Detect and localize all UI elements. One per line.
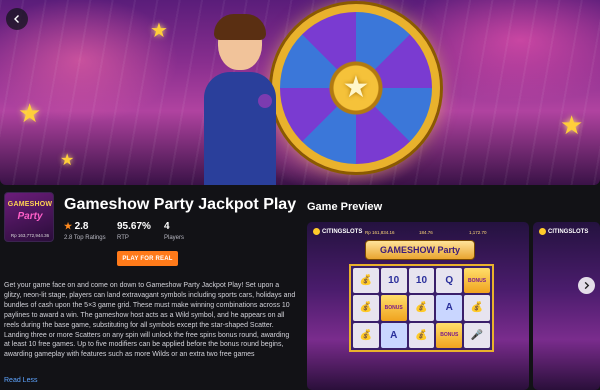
preview-heading: Game Preview [307,201,383,213]
players-stat: 4 Players [164,221,184,241]
slot-symbol: A [380,322,407,348]
slot-symbol: 💰 [353,322,379,348]
balance-text: Rp 161,834.16 [365,230,395,235]
game-detail-page: ★ ★ ★ ★ ★ GAMESHOW Party Rp 163,772,944.… [0,0,600,390]
star-decoration-icon: ★ [60,152,75,169]
game-thumbnail: GAMESHOW Party Rp 163,772,944.36 [4,192,54,242]
rtp-value: 95.67% [117,221,151,232]
slot-symbol: BONUS [380,295,407,321]
slot-symbol: 10 [408,268,435,294]
slot-symbol: 💰 [408,322,435,348]
hero-banner: ★ ★ ★ ★ ★ [0,0,600,185]
game-title: Gameshow Party Jackpot Play [64,196,297,213]
slot-symbol: Q [436,268,463,294]
thumbnail-title: GAMESHOW [7,201,53,208]
balance-text: 184.76 [419,230,433,235]
slot-symbol: BONUS [464,268,490,294]
rating-label: 2.8 Top Ratings [64,235,106,241]
brand-logo: CITINGSLOTS [539,228,588,235]
star-icon: ★ [64,221,75,231]
game-logo: GAMESHOW Party [365,240,475,260]
brand-logo: CITINGSLOTS [313,228,362,235]
play-for-real-button[interactable]: PLAY FOR REAL [117,251,178,266]
slot-reel-grid: 💰 10 10 Q BONUS 💰 BONUS 💰 A 💰 💰 A 💰 BONU… [349,264,494,352]
arrow-left-icon [14,15,19,23]
rating-value: 2.8 [74,221,89,232]
rtp-label: RTP [117,235,129,241]
thumbnail-subtitle: Party [17,211,43,222]
coin-icon [313,228,320,235]
slot-symbol: 💰 [353,295,379,321]
star-decoration-icon: ★ [560,110,584,140]
balance-text: 1,172.70 [469,230,487,235]
prize-wheel-illustration: ★ [272,4,440,172]
players-value: 4 [164,221,170,232]
slot-symbol: 10 [380,268,407,294]
rating-stat: ★ 2.8 2.8 Top Ratings [64,221,106,241]
slot-symbol: A [436,295,463,321]
rtp-stat: 95.67% RTP [117,221,151,241]
game-description: Get your game face on and come on down t… [4,282,296,359]
players-label: Players [164,235,185,241]
star-decoration-icon: ★ [18,98,42,128]
back-button[interactable] [6,8,28,30]
gameshow-host-illustration [200,14,280,185]
next-preview-button[interactable] [578,277,595,294]
read-less-link[interactable]: Read Less [4,377,37,384]
preview-screenshot[interactable]: CITINGSLOTS [533,222,600,390]
chevron-right-icon [584,281,590,290]
slot-symbol: 💰 [408,295,435,321]
star-decoration-icon: ★ [150,20,168,42]
slot-symbol: BONUS [436,322,463,348]
slot-symbol: 💰 [464,295,490,321]
slot-symbol: 💰 [353,268,379,294]
coin-icon [539,228,546,235]
thumbnail-jackpot: Rp 163,772,944.36 [10,233,50,238]
preview-screenshot[interactable]: CITINGSLOTS Rp 161,834.16 184.76 1,172.7… [307,222,529,390]
slot-symbol: 🎤 [464,322,490,348]
